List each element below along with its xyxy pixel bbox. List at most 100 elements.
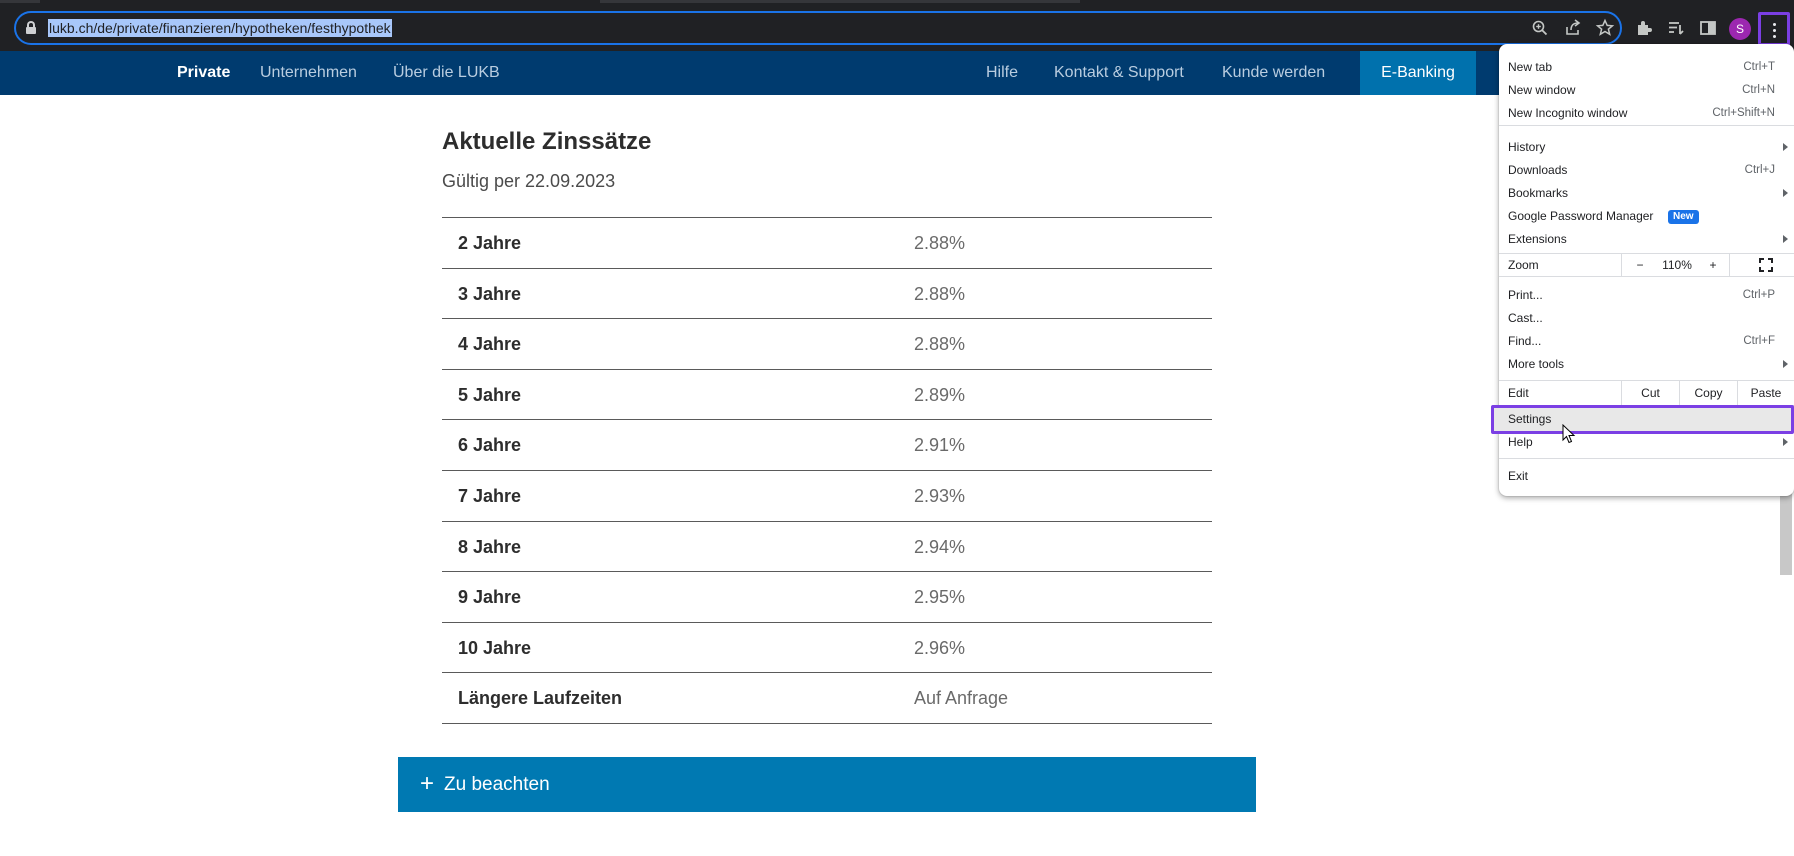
nav-unternehmen[interactable]: Unternehmen	[260, 64, 357, 82]
ebanking-button[interactable]: E-Banking	[1360, 51, 1476, 95]
chevron-right-icon	[1783, 360, 1788, 368]
menu-item-new-tab[interactable]: New tab Ctrl+T	[1499, 56, 1794, 79]
menu-label: New Incognito window	[1508, 106, 1628, 120]
table-row: 4 Jahre 2.88%	[442, 319, 1212, 370]
menu-label: Print...	[1508, 288, 1543, 302]
rates-table: 2 Jahre 2.88% 3 Jahre 2.88% 4 Jahre 2.88% 5…	[442, 217, 1212, 724]
rate-cell: 2.88%	[914, 283, 966, 304]
table-row: 2 Jahre 2.88%	[442, 218, 1212, 269]
rate-cell: 2.95%	[914, 587, 966, 608]
lock-icon[interactable]	[26, 21, 36, 34]
menu-item-find[interactable]: Find... Ctrl+F	[1499, 330, 1794, 353]
table-row: 6 Jahre 2.91%	[442, 420, 1212, 471]
menu-item-exit[interactable]: Exit	[1499, 465, 1794, 488]
term-cell: 6 Jahre	[458, 435, 522, 456]
new-badge: New	[1668, 210, 1699, 224]
nav-hilfe[interactable]: Hilfe	[986, 64, 1018, 82]
menu-item-more-tools[interactable]: More tools	[1499, 353, 1794, 376]
mouse-cursor-icon	[1562, 423, 1576, 444]
menu-label: Settings	[1508, 412, 1552, 426]
menu-item-new-incognito[interactable]: New Incognito window Ctrl+Shift+N	[1499, 102, 1794, 125]
menu-shortcut: Ctrl+J	[1744, 164, 1775, 176]
copy-button[interactable]: Copy	[1680, 381, 1737, 405]
menu-item-cast[interactable]: Cast...	[1499, 307, 1794, 330]
share-icon[interactable]	[1563, 18, 1583, 38]
zoom-controls: Zoom − 110% +	[1499, 253, 1794, 277]
star-icon[interactable]	[1595, 18, 1615, 38]
term-cell: 3 Jahre	[458, 283, 522, 304]
chevron-right-icon	[1783, 189, 1788, 197]
rate-cell: 2.91%	[914, 435, 966, 456]
paste-button[interactable]: Paste	[1738, 381, 1794, 405]
menu-label: More tools	[1508, 357, 1565, 371]
zoom-icon[interactable]	[1530, 18, 1550, 38]
extensions-icon[interactable]	[1634, 18, 1654, 38]
edit-controls: Edit Cut Copy Paste	[1499, 380, 1794, 406]
nav-ueber-lukb[interactable]: Über die LUKB	[393, 64, 500, 82]
zoom-label: Zoom	[1508, 258, 1539, 272]
zoom-out-button[interactable]: −	[1623, 254, 1657, 276]
table-row: 7 Jahre 2.93%	[442, 471, 1212, 522]
menu-shortcut: Ctrl+N	[1742, 84, 1775, 96]
nav-private[interactable]: Private	[177, 64, 230, 82]
fullscreen-icon[interactable]	[1751, 254, 1781, 276]
menu-shortcut: Ctrl+T	[1743, 61, 1775, 73]
tab-edge[interactable]	[0, 0, 40, 3]
accordion-label: Zu beachten	[444, 774, 550, 795]
menu-label: Downloads	[1508, 163, 1568, 177]
menu-label: Exit	[1508, 469, 1529, 483]
table-row: 3 Jahre 2.88%	[442, 269, 1212, 320]
menu-shortcut: Ctrl+Shift+N	[1712, 107, 1775, 119]
menu-label: Cast...	[1508, 311, 1543, 325]
table-row: 10 Jahre 2.96%	[442, 623, 1212, 674]
menu-label: Bookmarks	[1508, 186, 1569, 200]
rate-cell: 2.88%	[914, 233, 966, 253]
tab-edge[interactable]	[600, 0, 840, 3]
rate-cell: 2.93%	[914, 485, 966, 506]
edit-label: Edit	[1508, 386, 1529, 400]
side-panel-icon[interactable]	[1698, 18, 1718, 38]
chevron-right-icon	[1783, 235, 1788, 243]
zoom-in-button[interactable]: +	[1697, 254, 1729, 276]
menu-item-help[interactable]: Help	[1499, 431, 1794, 454]
menu-label: Extensions	[1508, 232, 1567, 246]
menu-item-extensions[interactable]: Extensions	[1499, 228, 1794, 251]
menu-item-history[interactable]: History	[1499, 136, 1794, 159]
zu-beachten-accordion[interactable]: + Zu beachten	[398, 757, 1256, 812]
term-cell: 10 Jahre	[458, 637, 532, 658]
nav-kunde-werden[interactable]: Kunde werden	[1222, 64, 1325, 82]
menu-item-new-window[interactable]: New window Ctrl+N	[1499, 79, 1794, 102]
term-cell: 4 Jahre	[458, 334, 522, 355]
rate-cell: 2.88%	[914, 334, 966, 355]
menu-item-password-manager[interactable]: Google Password Manager New	[1499, 205, 1794, 228]
menu-item-bookmarks[interactable]: Bookmarks	[1499, 182, 1794, 205]
rate-cell: 2.89%	[914, 384, 966, 405]
menu-separator	[1499, 458, 1794, 459]
divider	[1729, 254, 1730, 276]
rate-cell: Auf Anfrage	[914, 688, 1009, 709]
menu-shortcut: Ctrl+F	[1743, 335, 1775, 347]
tab-edge[interactable]	[840, 0, 1080, 3]
browser-main-menu: New tab Ctrl+T New window Ctrl+N New Incog…	[1491, 44, 1794, 496]
term-cell: Längere Laufzeiten	[458, 688, 623, 709]
menu-icon[interactable]	[1758, 12, 1790, 46]
plus-icon: +	[420, 770, 435, 797]
divider	[1621, 254, 1622, 276]
profile-avatar[interactable]: S	[1729, 18, 1751, 40]
table-row: 5 Jahre 2.89%	[442, 370, 1212, 421]
menu-item-print[interactable]: Print... Ctrl+P	[1499, 284, 1794, 307]
reading-list-icon[interactable]	[1666, 18, 1686, 38]
url-text[interactable]: lukb.ch/de/private/finanzieren/hypotheke…	[48, 19, 392, 37]
nav-kontakt-support[interactable]: Kontakt & Support	[1054, 64, 1184, 82]
menu-label: New window	[1508, 83, 1576, 97]
menu-label: Google Password Manager	[1508, 209, 1654, 223]
chevron-right-icon	[1783, 143, 1788, 151]
rate-cell: 2.96%	[914, 637, 966, 658]
term-cell: 5 Jahre	[458, 384, 522, 405]
term-cell: 8 Jahre	[458, 536, 522, 557]
menu-item-settings[interactable]: Settings	[1491, 405, 1794, 434]
menu-item-downloads[interactable]: Downloads Ctrl+J	[1499, 159, 1794, 182]
cut-button[interactable]: Cut	[1622, 381, 1679, 405]
validity-date: Gültig per 22.09.2023	[442, 171, 616, 191]
term-cell: 9 Jahre	[458, 587, 522, 608]
